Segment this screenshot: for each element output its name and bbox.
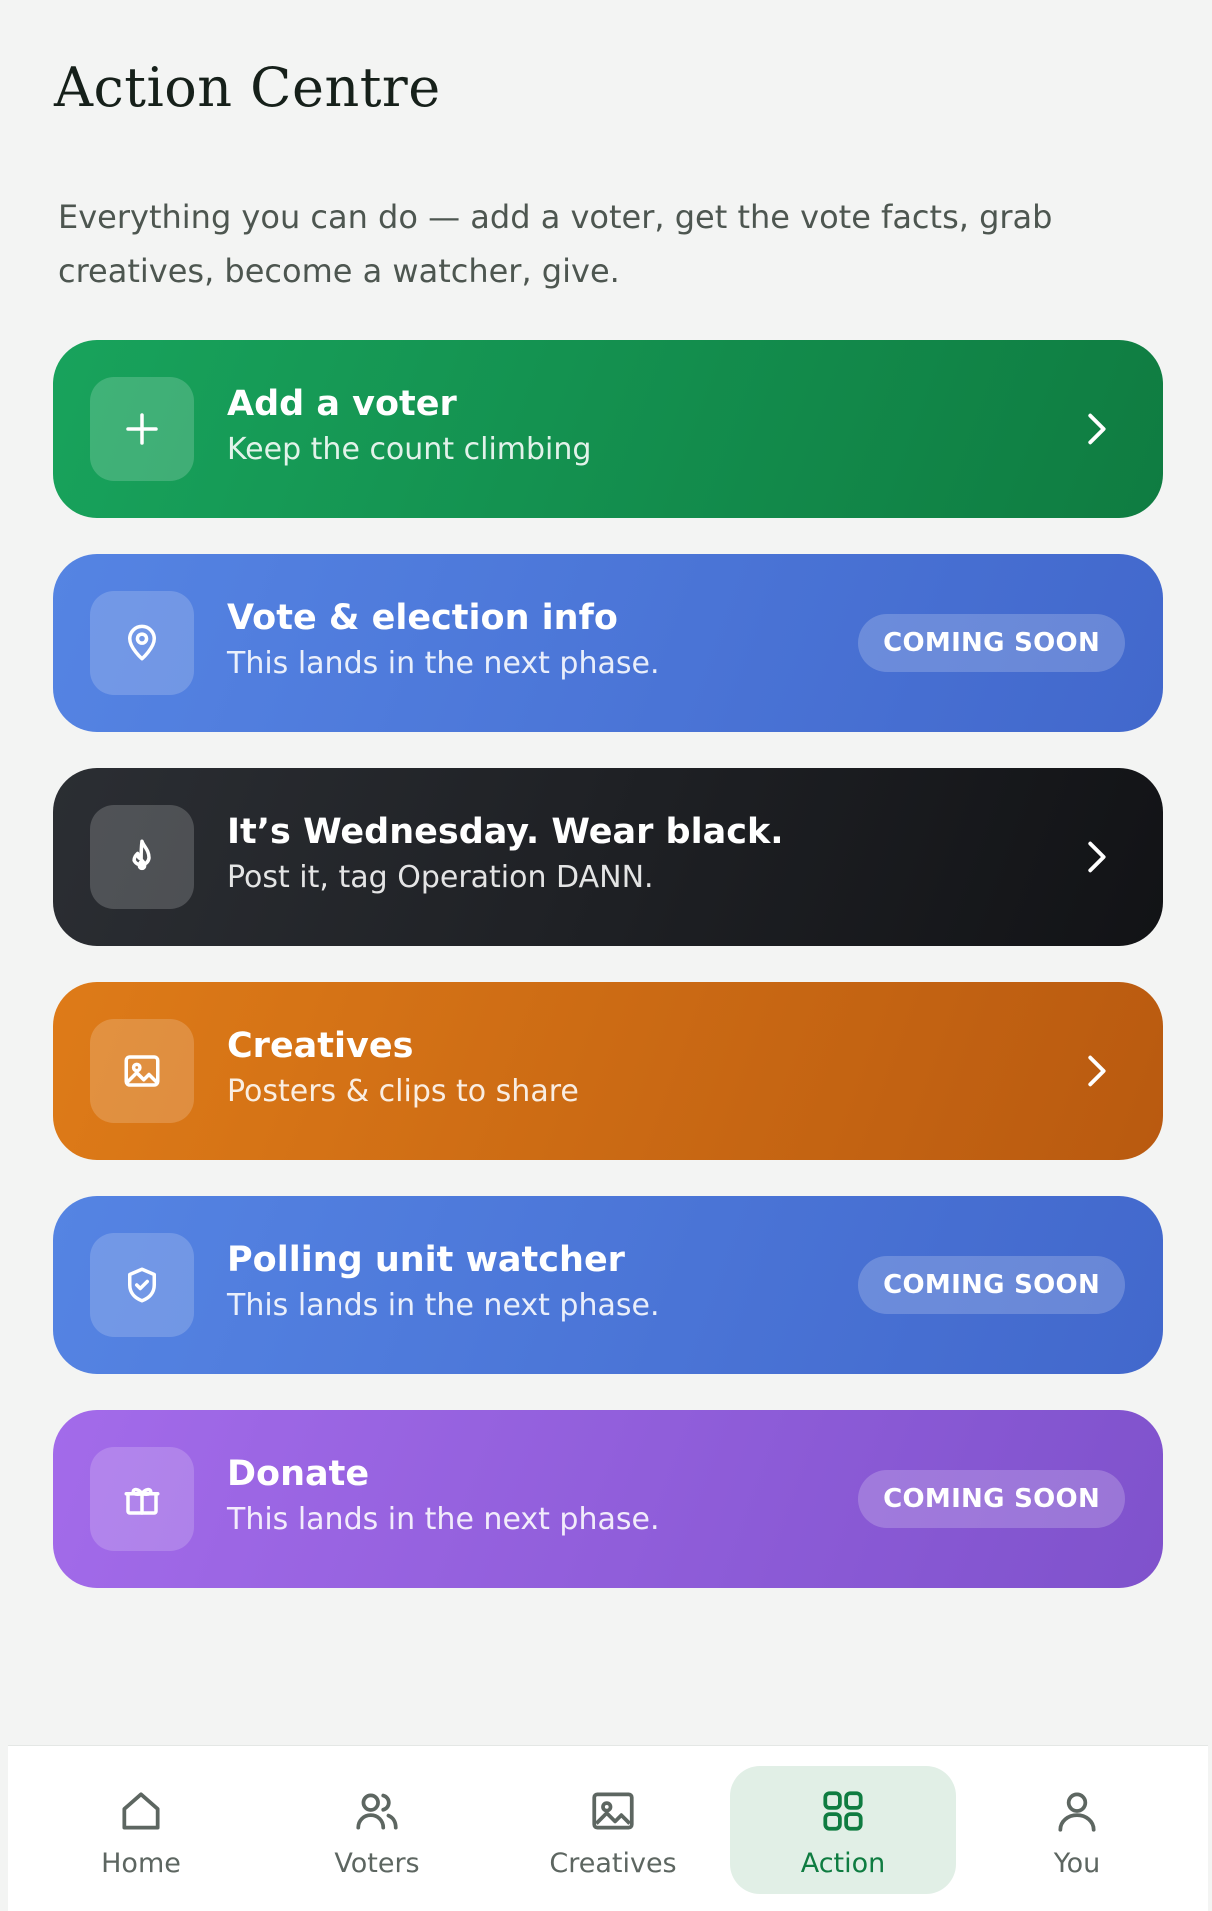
grid-icon [823, 1791, 863, 1831]
card-title: Donate [227, 1454, 370, 1494]
chevron-right-icon [1088, 841, 1106, 873]
bottom-nav: Home Voters Creatives Action You [8, 1745, 1208, 1911]
card-title: Vote & election info [227, 598, 618, 638]
nav-item-action[interactable]: Action [730, 1766, 956, 1894]
card-subtitle: This lands in the next phase. [227, 1502, 660, 1537]
nav-label: You [1053, 1848, 1101, 1879]
card-subtitle: Keep the count climbing [227, 432, 592, 467]
nav-item-you[interactable]: You [964, 1766, 1190, 1894]
chevron-right-icon [1088, 1055, 1106, 1087]
nav-item-voters[interactable]: Voters [264, 1766, 490, 1894]
page-intro: Everything you can do — add a voter, get… [58, 198, 1053, 290]
user-icon [1058, 1792, 1096, 1832]
nav-item-home[interactable]: Home [28, 1766, 254, 1894]
flame-icon [90, 805, 194, 909]
coming-soon-badge: COMING SOON [858, 1470, 1125, 1528]
users-icon [356, 1793, 398, 1830]
shield-check-icon [90, 1233, 194, 1337]
nav-label: Home [101, 1848, 181, 1879]
vote-election-info-card[interactable]: Vote & election info This lands in the n… [53, 554, 1163, 732]
image-icon [592, 1792, 634, 1830]
card-subtitle: This lands in the next phase. [227, 1288, 660, 1323]
card-title: Polling unit watcher [227, 1240, 625, 1280]
nav-label: Voters [334, 1848, 420, 1879]
donate-card[interactable]: Donate This lands in the next phase. COM… [53, 1410, 1163, 1588]
image-icon [90, 1019, 194, 1123]
add-voter-card[interactable]: Add a voter Keep the count climbing [53, 340, 1163, 518]
home-icon [122, 1792, 160, 1830]
nav-label: Action [800, 1848, 886, 1879]
nav-label: Creatives [549, 1848, 677, 1879]
creatives-card[interactable]: Creatives Posters & clips to share [53, 982, 1163, 1160]
wear-black-card[interactable]: It’s Wednesday. Wear black. Post it, tag… [53, 768, 1163, 946]
action-card-list: Add a voter Keep the count climbing Vote… [53, 340, 1163, 1624]
action-centre-page: Action Centre Everything you can do — ad… [0, 0, 1212, 1911]
card-title: Creatives [227, 1026, 414, 1066]
card-title: It’s Wednesday. Wear black. [227, 812, 784, 852]
page-title: Action Centre [54, 56, 441, 119]
coming-soon-badge: COMING SOON [858, 1256, 1125, 1314]
polling-unit-watcher-card[interactable]: Polling unit watcher This lands in the n… [53, 1196, 1163, 1374]
card-title: Add a voter [227, 384, 457, 424]
coming-soon-badge: COMING SOON [858, 614, 1125, 672]
chevron-right-icon [1088, 413, 1106, 445]
gift-icon [90, 1447, 194, 1551]
location-pin-icon [90, 591, 194, 695]
nav-item-creatives[interactable]: Creatives [500, 1766, 726, 1894]
card-subtitle: This lands in the next phase. [227, 646, 660, 681]
card-subtitle: Post it, tag Operation DANN. [227, 860, 654, 895]
card-subtitle: Posters & clips to share [227, 1074, 579, 1109]
plus-icon [90, 377, 194, 481]
